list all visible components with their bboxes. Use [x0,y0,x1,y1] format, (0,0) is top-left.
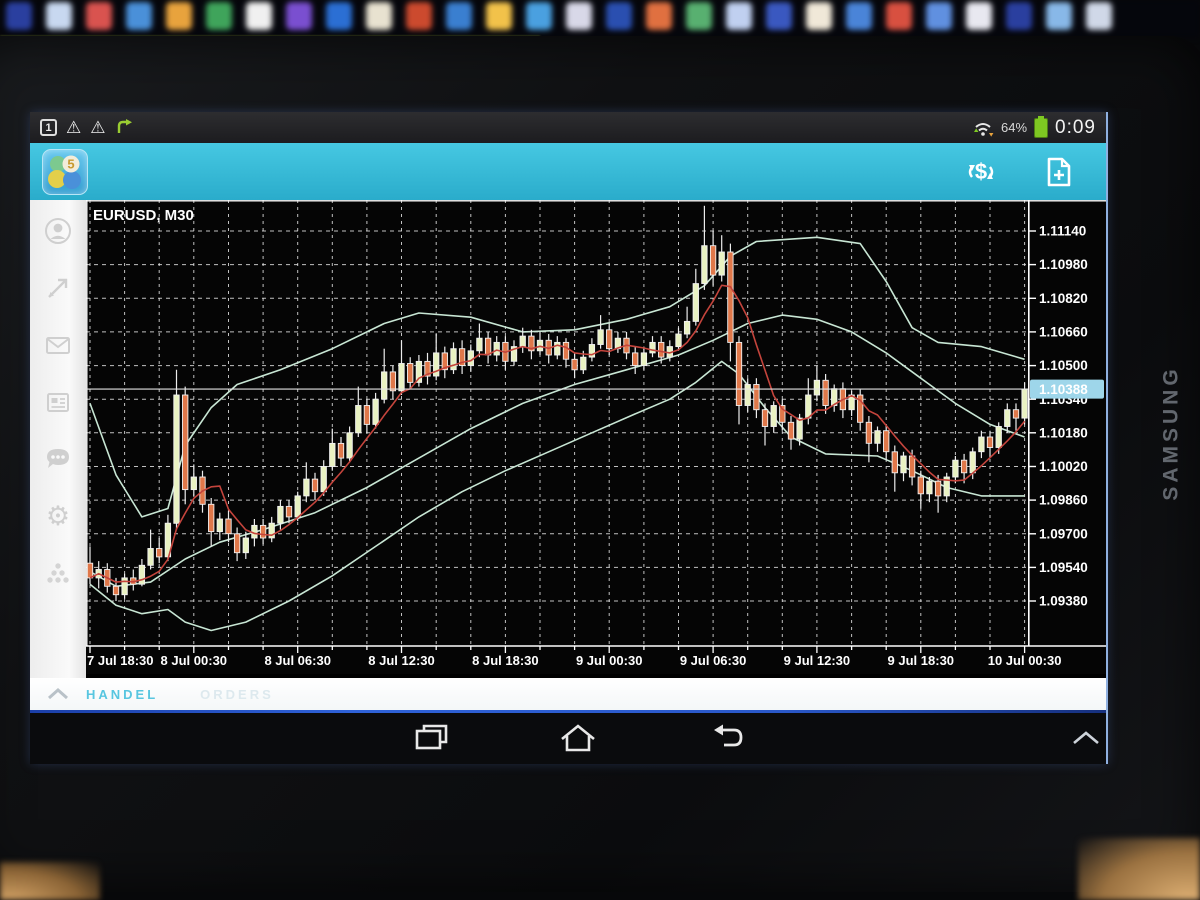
svg-text:1.09540: 1.09540 [1039,560,1088,575]
svg-text:8 Jul 12:30: 8 Jul 12:30 [368,653,435,668]
tab-trade[interactable]: HANDEL [86,687,158,702]
blurred-app-icon [366,2,392,30]
warning-icon[interactable]: ⚠ [66,119,81,136]
photo-scene: SAMSUNG 1 ⚠ ⚠ 64% [0,0,1200,900]
blurred-app-icon [766,2,792,30]
sync-arrow-icon[interactable] [115,118,135,138]
blurred-app-icon [6,2,32,30]
blurred-app-icon [446,2,472,30]
svg-text:1.10388: 1.10388 [1039,382,1088,397]
clock-label: 0:09 [1055,117,1096,139]
svg-text:9 Jul 06:30: 9 Jul 06:30 [680,653,747,668]
blurred-app-icon [406,2,432,30]
blurred-app-icon [126,2,152,30]
news-icon[interactable] [43,387,73,417]
blurred-app-icon [286,2,312,30]
svg-text:5: 5 [67,156,74,171]
battery-percent-label: 64% [1001,120,1027,135]
trade-arrow-icon[interactable] [43,273,73,303]
chevron-up-icon[interactable] [1068,727,1104,749]
svg-text:9 Jul 00:30: 9 Jul 00:30 [576,653,643,668]
svg-text:9 Jul 12:30: 9 Jul 12:30 [784,653,851,668]
account-icon[interactable] [43,216,73,246]
blurred-app-icon [846,2,872,30]
bottom-tab-bar: HANDEL ORDERS [30,678,1106,710]
chat-icon[interactable] [43,444,73,474]
svg-text:EURUSD, M30: EURUSD, M30 [93,207,194,224]
blurred-app-icon [246,2,272,30]
svg-text:1.09700: 1.09700 [1039,526,1088,541]
settings-gear-icon[interactable]: ⚙ [43,501,73,531]
svg-text:9 Jul 18:30: 9 Jul 18:30 [888,653,955,668]
svg-text:1.10500: 1.10500 [1039,358,1088,373]
svg-text:10 Jul 00:30: 10 Jul 00:30 [988,653,1062,668]
android-status-bar: 1 ⚠ ⚠ 64% 0:09 [30,112,1106,143]
blurred-app-icon [526,2,552,30]
warning-icon[interactable]: ⚠ [90,119,105,136]
svg-text:8 Jul 18:30: 8 Jul 18:30 [472,653,539,668]
blurred-app-icon [1006,2,1032,30]
svg-text:1.09860: 1.09860 [1039,493,1088,508]
blurred-app-icon [686,2,712,30]
svg-text:7 Jul 18:30: 7 Jul 18:30 [87,653,154,668]
blurred-app-icon [966,2,992,30]
svg-text:1.10820: 1.10820 [1039,291,1088,306]
blurred-app-icon [886,2,912,30]
svg-text:8 Jul 00:30: 8 Jul 00:30 [161,653,228,668]
blurred-app-icon [86,2,112,30]
mql5-community-icon[interactable] [43,558,73,588]
svg-text:8 Jul 06:30: 8 Jul 06:30 [264,653,331,668]
svg-text:1.11140: 1.11140 [1039,224,1086,239]
price-chart[interactable]: 1.11140 1.10980 1.10820 1.10660 1.10500 1.103… [86,200,1106,674]
svg-text:1.10180: 1.10180 [1039,425,1088,440]
blurred-app-icon [926,2,952,30]
recent-apps-icon[interactable] [412,722,452,754]
blurred-app-icon [726,2,752,30]
currency-exchange-icon[interactable]: $ [964,155,998,189]
battery-icon [1034,118,1048,138]
tablet-screen: 1 ⚠ ⚠ 64% 0:09 [30,112,1108,764]
metatrader-logo[interactable]: 5 [42,149,88,195]
svg-text:1.10980: 1.10980 [1039,257,1088,272]
sidebar-menu: ⚙ [30,200,86,678]
blurred-app-icon [46,2,72,30]
background-monitor-strip [0,0,1200,38]
blurred-app-icon [486,2,512,30]
home-icon[interactable] [558,722,598,754]
blurred-app-icon [1086,2,1112,30]
svg-text:1.10020: 1.10020 [1039,459,1088,474]
back-icon[interactable] [708,722,748,754]
blurred-app-icon [566,2,592,30]
new-order-icon[interactable] [1042,155,1076,189]
app-toolbar: 5 $ [30,143,1106,200]
device-brand-logo: SAMSUNG [1150,338,1194,528]
blurred-app-icon [206,2,232,30]
blurred-app-icon [326,2,352,30]
wifi-transfer-icon [972,118,994,138]
mail-icon[interactable] [43,330,73,360]
svg-text:$: $ [975,159,987,184]
svg-text:1.10660: 1.10660 [1039,325,1088,340]
desk-surface-left [0,862,100,900]
tab-orders[interactable]: ORDERS [200,687,274,702]
android-nav-bar [30,713,1106,764]
blurred-app-icon [806,2,832,30]
calendar-event-icon[interactable]: 1 [40,119,57,136]
main-content: ⚙ 1.111401.109801.108201.106601.105001.1… [30,200,1106,678]
svg-text:1.09380: 1.09380 [1039,594,1088,609]
desk-surface-right [1078,838,1200,900]
blurred-app-icon [606,2,632,30]
blurred-app-icon [1046,2,1072,30]
blurred-app-icon [166,2,192,30]
chevron-up-icon[interactable] [30,687,86,701]
blurred-app-icon [646,2,672,30]
